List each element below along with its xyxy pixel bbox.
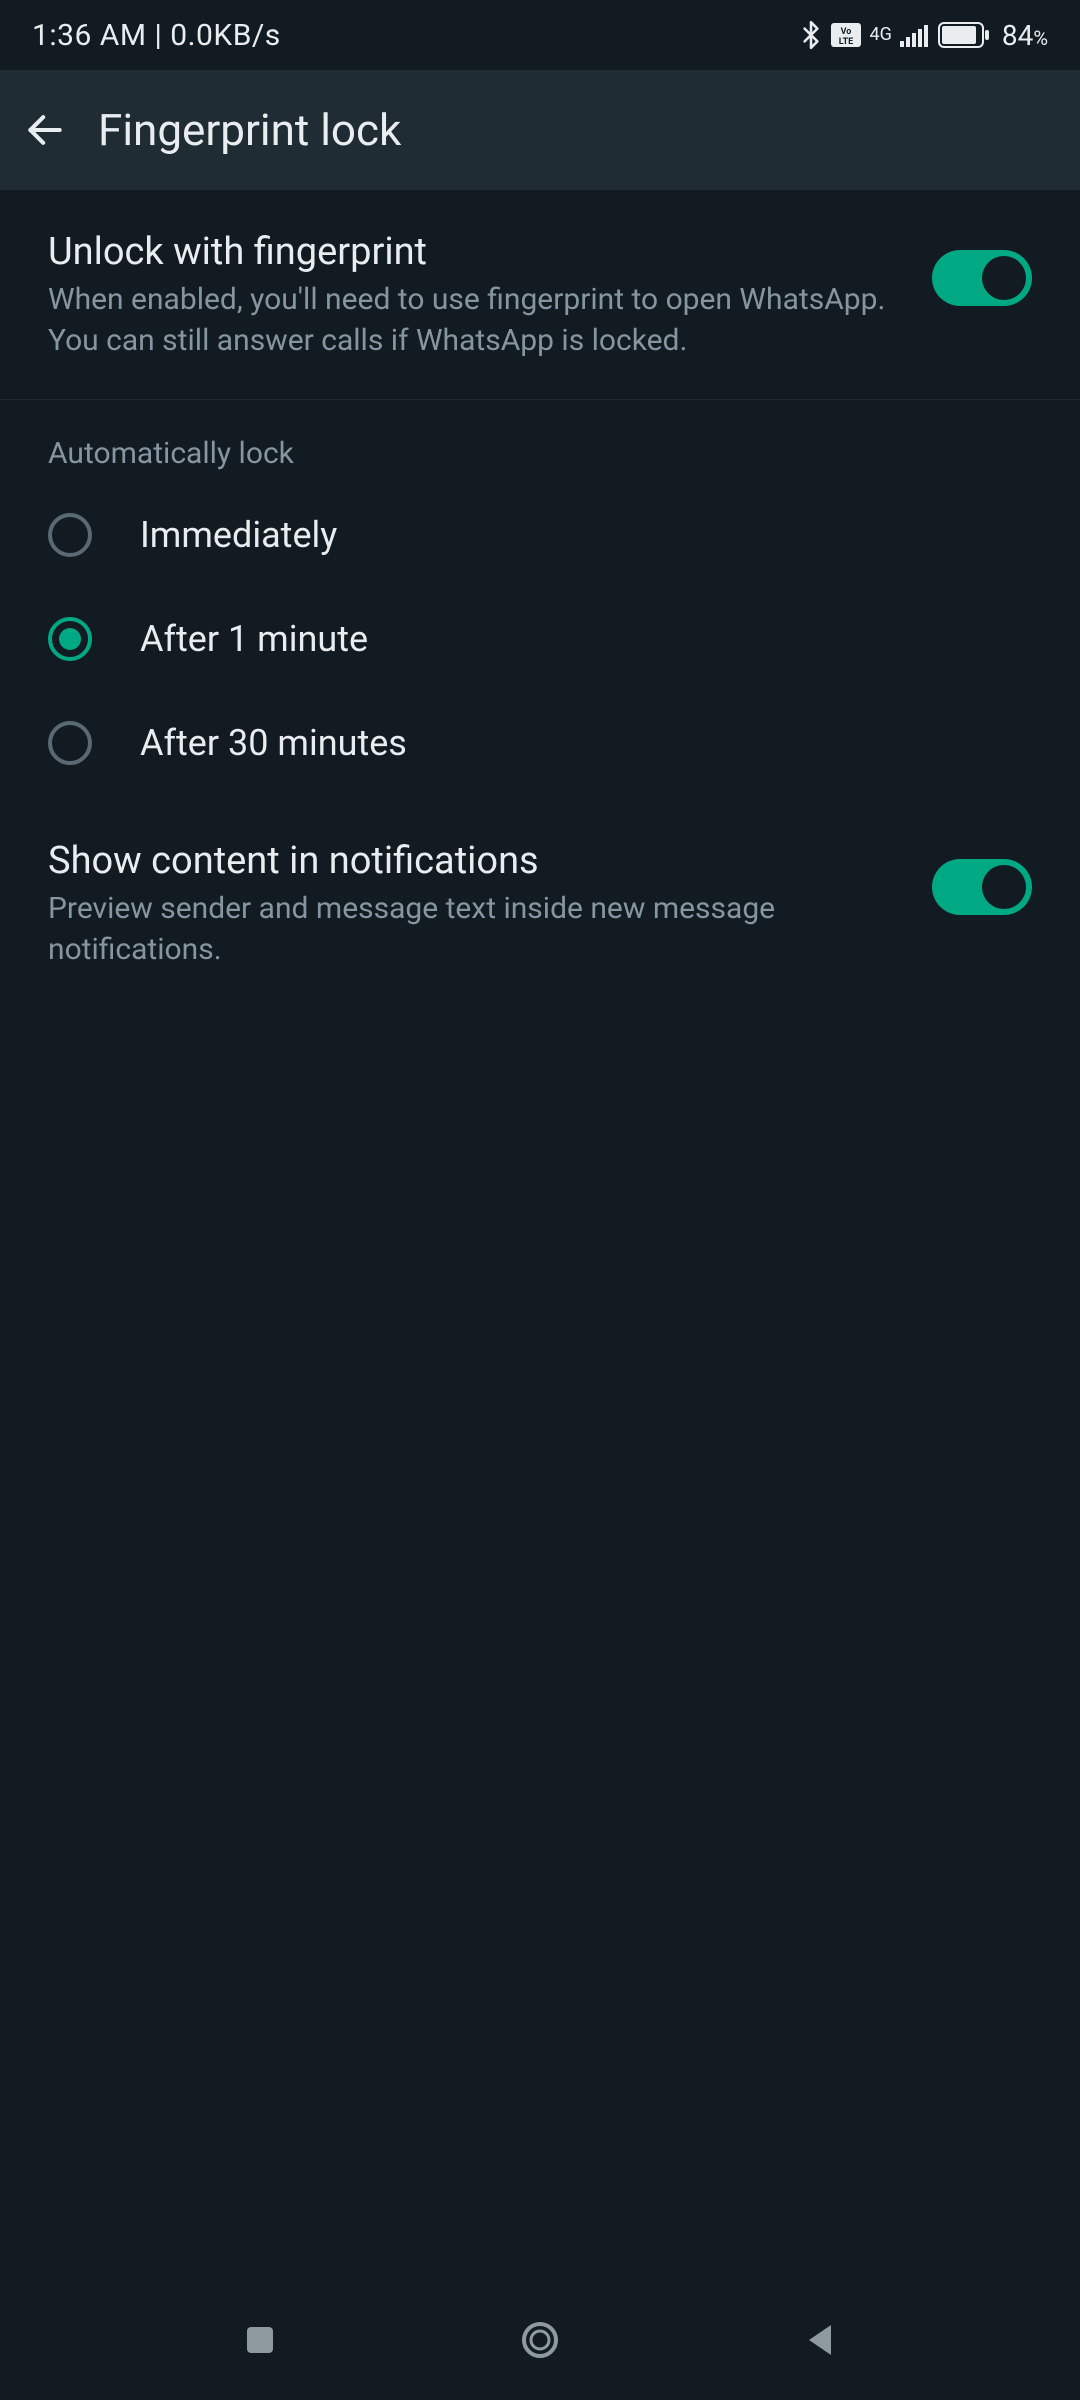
nav-recent-button[interactable] <box>230 2310 290 2370</box>
unlock-fingerprint-switch[interactable] <box>932 250 1032 306</box>
system-nav-bar <box>0 2280 1080 2400</box>
network-type: 4G <box>869 26 891 44</box>
section-auto-lock-header: Automatically lock <box>0 400 1080 483</box>
circle-icon <box>520 2320 560 2360</box>
signal-icon <box>900 23 930 47</box>
auto-lock-option-immediately[interactable]: Immediately <box>0 483 1080 587</box>
bluetooth-icon <box>799 19 823 51</box>
svg-text:Vo: Vo <box>841 27 852 37</box>
setting-title: Unlock with fingerprint <box>48 230 892 274</box>
radio-label: Immediately <box>140 514 337 556</box>
auto-lock-option-1min[interactable]: After 1 minute <box>0 587 1080 691</box>
battery-icon <box>938 22 990 48</box>
status-divider: | <box>155 18 171 53</box>
battery-percent: 84% <box>1002 19 1048 52</box>
status-net-speed: 0.0KB/s <box>170 18 281 53</box>
auto-lock-option-30min[interactable]: After 30 minutes <box>0 691 1080 799</box>
status-bar: 1:36 AM | 0.0KB/s VoLTE 4G 84% <box>0 0 1080 70</box>
setting-text: Show content in notifications Preview se… <box>48 839 932 970</box>
setting-desc: Preview sender and message text inside n… <box>48 889 892 970</box>
arrow-left-icon <box>23 108 67 152</box>
setting-title: Show content in notifications <box>48 839 892 883</box>
volte-icon: VoLTE <box>831 23 861 47</box>
radio-icon <box>48 617 92 661</box>
nav-back-button[interactable] <box>790 2310 850 2370</box>
radio-label: After 30 minutes <box>140 722 407 764</box>
show-content-switch[interactable] <box>932 859 1032 915</box>
status-left: 1:36 AM | 0.0KB/s <box>32 18 281 53</box>
radio-icon <box>48 513 92 557</box>
app-bar: Fingerprint lock <box>0 70 1080 190</box>
back-button[interactable] <box>20 105 70 155</box>
nav-home-button[interactable] <box>510 2310 570 2370</box>
switch-knob <box>982 256 1026 300</box>
svg-text:LTE: LTE <box>839 37 854 47</box>
page-title: Fingerprint lock <box>98 104 401 156</box>
switch-knob <box>982 865 1026 909</box>
square-icon <box>245 2325 275 2355</box>
status-right: VoLTE 4G 84% <box>799 19 1048 52</box>
setting-text: Unlock with fingerprint When enabled, yo… <box>48 230 932 361</box>
triangle-left-icon <box>805 2323 835 2357</box>
setting-desc: When enabled, you'll need to use fingerp… <box>48 280 892 361</box>
content: Unlock with fingerprint When enabled, yo… <box>0 190 1080 1008</box>
radio-label: After 1 minute <box>140 618 368 660</box>
setting-unlock-fingerprint[interactable]: Unlock with fingerprint When enabled, yo… <box>0 190 1080 400</box>
radio-icon <box>48 721 92 765</box>
status-time: 1:36 AM <box>32 18 147 53</box>
setting-show-content[interactable]: Show content in notifications Preview se… <box>0 799 1080 1008</box>
